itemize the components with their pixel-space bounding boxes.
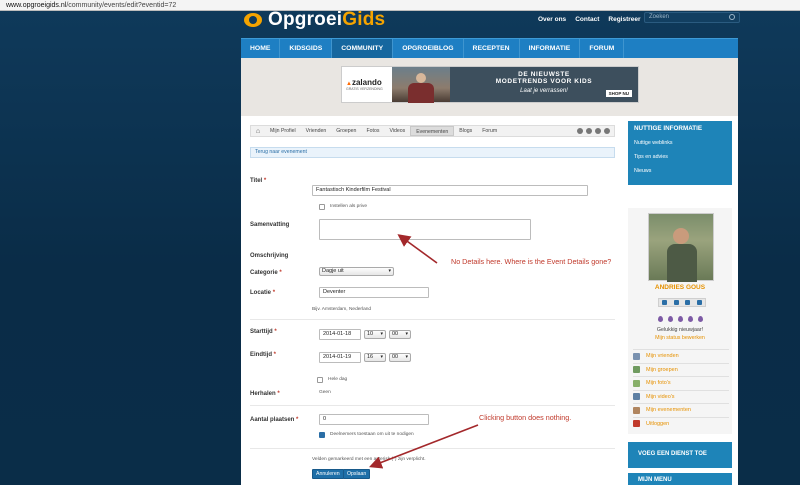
menu-uitloggen[interactable]: Uitloggen bbox=[633, 416, 729, 431]
events-icon bbox=[633, 406, 640, 414]
menu-mijn-fotos[interactable]: Mijn foto's bbox=[633, 376, 729, 390]
status-text: Gelukkig nieuwjaar! bbox=[656, 327, 704, 333]
videos-icon bbox=[633, 393, 640, 401]
menu-mijn-evenementen[interactable]: Mijn evenementen bbox=[633, 403, 729, 417]
menu-mijn-vrienden[interactable]: Mijn vrienden bbox=[633, 349, 729, 363]
mijn-opgroeigids-title: MIJN OPGROEIGIDS bbox=[634, 199, 698, 206]
add-service-box[interactable]: VOEG EEN DIENST TOE bbox=[628, 442, 732, 468]
info-link-nieuws[interactable]: Nieuws bbox=[628, 168, 732, 174]
arrow-to-save bbox=[369, 424, 479, 469]
friends-icon bbox=[633, 352, 640, 360]
edit-status-link[interactable]: Mijn status bewerken bbox=[628, 335, 732, 341]
menu-mijn-videos[interactable]: Mijn video's bbox=[633, 389, 729, 404]
info-link-weblinks[interactable]: Nuttige weblinks bbox=[628, 140, 732, 146]
my-menu-box: MIJN MENU bbox=[628, 473, 732, 485]
menu-mijn-groepen[interactable]: Mijn groepen bbox=[633, 362, 729, 377]
groups-icon bbox=[633, 366, 640, 374]
useful-info-title: NUTTIGE INFORMATIE bbox=[634, 125, 703, 132]
profile-box: ANDRIES GOUS Gelukkig nieuwjaar! Mijn st… bbox=[628, 208, 732, 434]
useful-info-box: NUTTIGE INFORMATIE Nuttige weblinks Tips… bbox=[628, 121, 732, 185]
arrow-to-summary bbox=[397, 234, 438, 264]
karma-drops bbox=[658, 316, 703, 322]
profile-menu: Mijn vrienden Mijn groepen Mijn foto's M… bbox=[633, 349, 729, 430]
photos-icon bbox=[633, 379, 640, 387]
logout-icon bbox=[633, 420, 640, 428]
profile-name[interactable]: ANDRIES GOUS bbox=[628, 284, 732, 291]
profile-stats[interactable] bbox=[658, 298, 706, 307]
info-link-tips[interactable]: Tips en advies bbox=[628, 154, 732, 160]
avatar[interactable] bbox=[648, 213, 714, 282]
